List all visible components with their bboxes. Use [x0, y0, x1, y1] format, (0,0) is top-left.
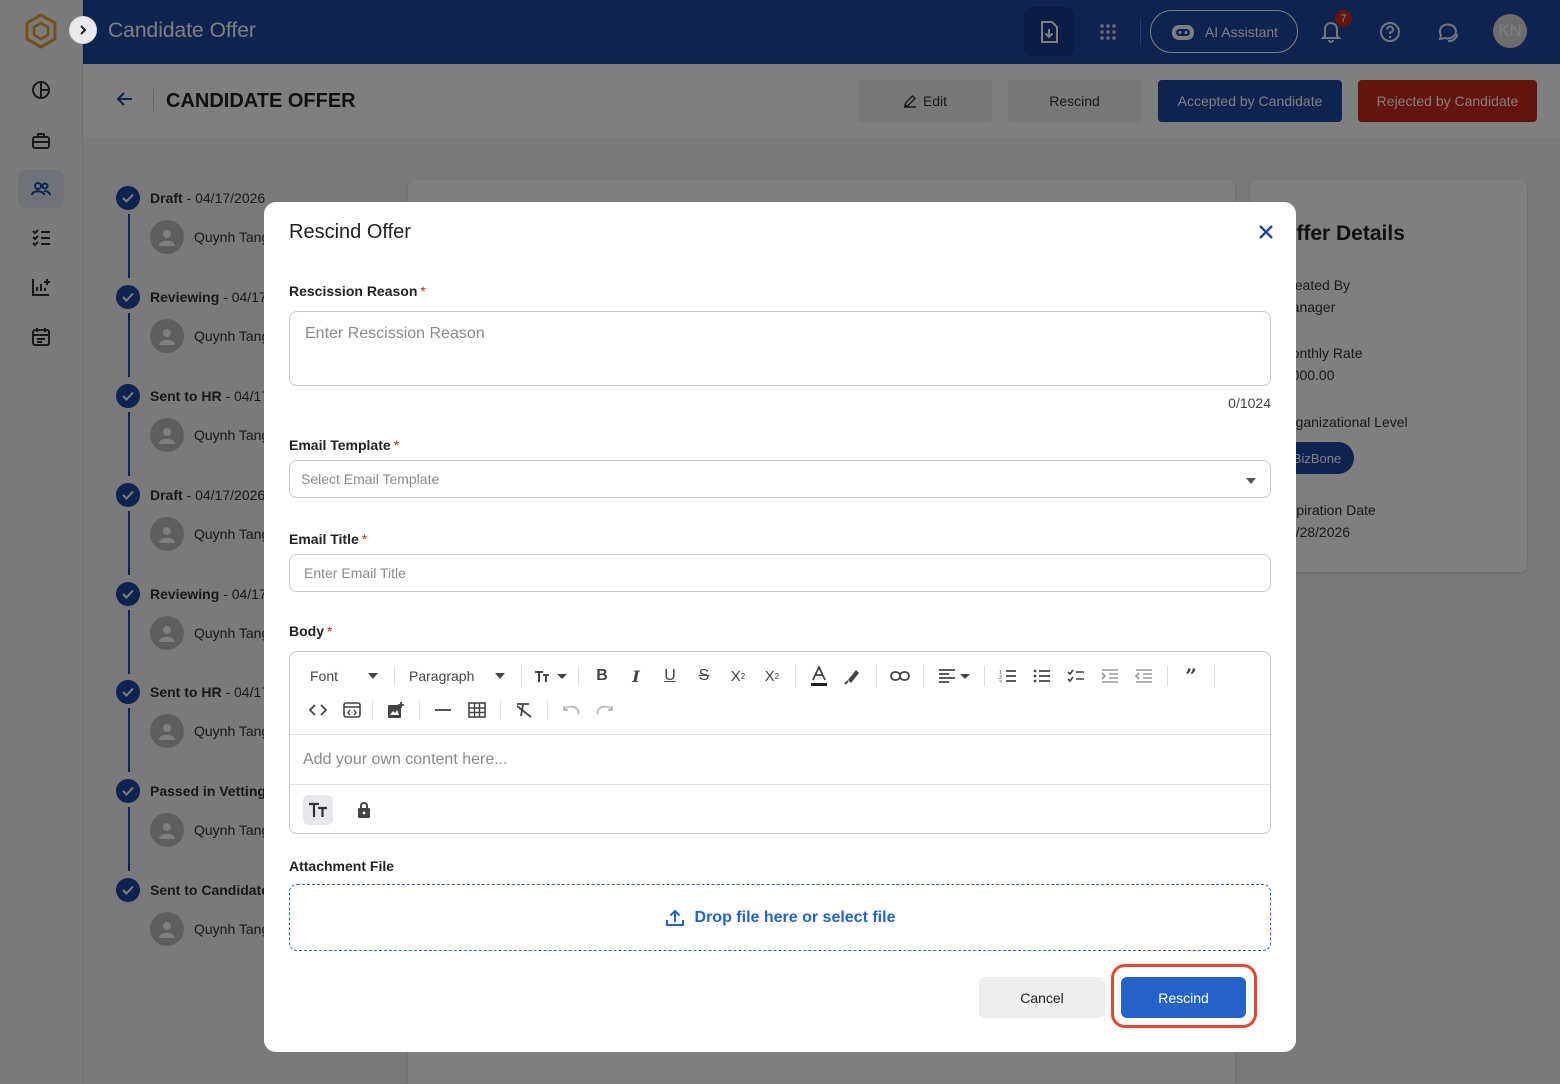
- insert-image-icon[interactable]: [379, 695, 413, 725]
- required-mark: *: [393, 437, 400, 453]
- code-icon[interactable]: [298, 695, 338, 725]
- svg-text:3: 3: [999, 680, 1002, 683]
- align-icon[interactable]: [930, 661, 978, 691]
- editor-placeholder: Add your own content here...: [303, 751, 508, 768]
- link-icon[interactable]: [883, 661, 917, 691]
- text-color-icon[interactable]: [802, 661, 836, 691]
- italic-icon[interactable]: I: [619, 661, 653, 691]
- toolbar-divider: [419, 700, 420, 720]
- highlight-icon[interactable]: [836, 661, 870, 691]
- attachment-label: Attachment File: [289, 858, 395, 874]
- underline-icon[interactable]: U: [653, 661, 687, 691]
- chevron-down-icon: [1246, 478, 1256, 484]
- code-block-icon[interactable]: [338, 695, 366, 725]
- toolbar-divider: [1167, 666, 1168, 686]
- table-icon[interactable]: [460, 695, 494, 725]
- toolbar-divider: [521, 666, 522, 686]
- email-template-label-text: Email Template: [289, 437, 391, 453]
- close-icon[interactable]: [1255, 221, 1277, 243]
- rescind-offer-modal: Rescind Offer Rescission Reason * Enter R…: [264, 202, 1296, 1052]
- email-template-placeholder: Select Email Template: [301, 471, 440, 487]
- ordered-list-icon[interactable]: 123: [991, 661, 1025, 691]
- required-mark: *: [361, 531, 368, 547]
- upload-icon: [665, 909, 684, 926]
- strikethrough-icon[interactable]: S: [687, 661, 721, 691]
- cancel-button[interactable]: Cancel: [979, 977, 1105, 1018]
- email-template-label: Email Template *: [289, 437, 399, 453]
- blockquote-icon[interactable]: ”: [1174, 661, 1208, 691]
- clear-formatting-icon[interactable]: [507, 695, 541, 725]
- toolbar-divider: [876, 666, 877, 686]
- superscript-icon[interactable]: X2: [755, 661, 789, 691]
- chevron-down-icon: [495, 673, 505, 679]
- font-size-icon[interactable]: [528, 661, 572, 691]
- outdent-icon[interactable]: [1127, 661, 1161, 691]
- email-title-label: Email Title *: [289, 531, 367, 547]
- chevron-down-icon: [556, 673, 567, 679]
- toolbar-divider: [372, 700, 373, 720]
- lock-icon[interactable]: [349, 795, 379, 825]
- email-title-placeholder: Enter Email Title: [304, 565, 406, 581]
- chevron-down-icon: [960, 673, 970, 679]
- email-title-input[interactable]: Enter Email Title: [289, 554, 1271, 592]
- paragraph-select-label: Paragraph: [409, 668, 475, 684]
- font-select[interactable]: Font: [290, 661, 388, 691]
- chevron-down-icon: [368, 673, 378, 679]
- paragraph-select[interactable]: Paragraph: [401, 661, 515, 691]
- editor-toolbar-row-2: [290, 693, 622, 727]
- email-template-select[interactable]: Select Email Template: [289, 460, 1271, 498]
- toolbar-divider: [984, 666, 985, 686]
- rescission-reason-label: Rescission Reason *: [289, 283, 426, 299]
- rescission-reason-input[interactable]: Enter Rescission Reason: [289, 311, 1271, 386]
- email-title-label-text: Email Title: [289, 531, 359, 547]
- subscript-icon[interactable]: X2: [721, 661, 755, 691]
- character-counter: 0/1024: [1228, 395, 1271, 411]
- editor-toolbar-row-1: Font Paragraph B I U S X2 X2 1 2 3 ”: [290, 659, 1221, 693]
- required-mark: *: [420, 283, 426, 299]
- rescission-reason-label-text: Rescission Reason: [289, 283, 418, 299]
- editor-content-area[interactable]: Add your own content here...: [290, 734, 1270, 785]
- rescind-button-highlight: [1111, 964, 1257, 1028]
- sidebar-expand-button[interactable]: [69, 16, 97, 44]
- toolbar-divider: [578, 666, 579, 686]
- toolbar-divider: [500, 700, 501, 720]
- body-label-text: Body: [289, 623, 324, 639]
- toolbar-divider: [394, 666, 395, 686]
- rich-text-editor: Font Paragraph B I U S X2 X2 1 2 3 ” Add…: [289, 651, 1271, 834]
- toolbar-divider: [795, 666, 796, 686]
- font-select-label: Font: [310, 668, 339, 684]
- text-format-icon[interactable]: [303, 794, 333, 825]
- horizontal-rule-icon[interactable]: [426, 695, 460, 725]
- bullet-list-icon[interactable]: [1025, 661, 1059, 691]
- dropzone-text: Drop file here or select file: [694, 908, 896, 926]
- editor-footer: [290, 786, 1270, 833]
- toolbar-divider: [1214, 666, 1215, 686]
- toolbar-divider: [547, 700, 548, 720]
- checklist-icon[interactable]: [1059, 661, 1093, 691]
- indent-icon[interactable]: [1093, 661, 1127, 691]
- redo-icon[interactable]: [588, 695, 622, 725]
- undo-icon[interactable]: [554, 695, 588, 725]
- toolbar-divider: [923, 666, 924, 686]
- body-label: Body *: [289, 623, 332, 639]
- file-dropzone[interactable]: Drop file here or select file: [289, 884, 1271, 951]
- bold-icon[interactable]: B: [585, 661, 619, 691]
- required-mark: *: [327, 623, 333, 639]
- rescission-reason-placeholder: Enter Rescission Reason: [305, 325, 485, 342]
- modal-title: Rescind Offer: [289, 221, 411, 243]
